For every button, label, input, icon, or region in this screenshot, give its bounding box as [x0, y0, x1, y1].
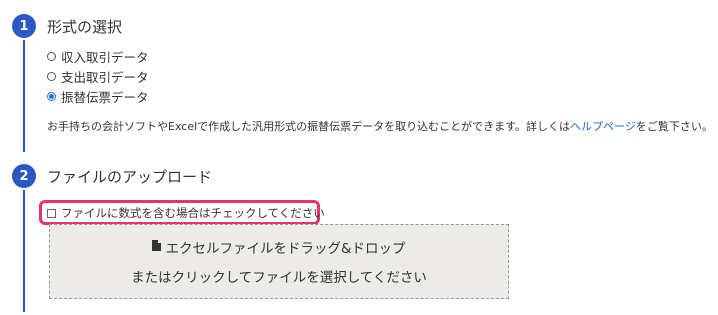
- step2-timeline-line: [23, 190, 25, 312]
- radio-transfer-slip-data[interactable]: 振替伝票データ: [47, 87, 149, 105]
- step1-description: お手持ちの会計ソフトやExcelで作成した汎用形式の振替伝票データを取り込むこと…: [47, 118, 713, 134]
- radio-label: 収入取引データ: [61, 49, 149, 65]
- step2-number-badge: 2: [12, 164, 36, 188]
- radio-expense-data[interactable]: 支出取引データ: [47, 67, 149, 85]
- formula-checkbox[interactable]: [47, 208, 56, 218]
- step1-number-badge: 1: [12, 14, 36, 38]
- radio-label: 支出取引データ: [61, 69, 149, 85]
- step1-timeline-line: [23, 40, 25, 152]
- description-text-before: お手持ちの会計ソフトやExcelで作成した汎用形式の振替伝票データを取り込むこと…: [47, 120, 571, 133]
- file-dropzone[interactable]: エクセルファイルをドラッグ&ドロップ またはクリックしてファイルを選択してくださ…: [49, 224, 509, 299]
- description-text-after: をご覧下さい。: [635, 120, 713, 133]
- formula-checkbox-label: ファイルに数式を含む場合はチェックしてください: [61, 206, 325, 220]
- step1-title: 形式の選択: [47, 18, 123, 36]
- dropzone-drag-text: エクセルファイルをドラッグ&ドロップ: [165, 241, 406, 257]
- help-page-link[interactable]: ヘルプページ: [570, 120, 636, 133]
- step2-title: ファイルのアップロード: [47, 168, 213, 186]
- dropzone-title: エクセルファイルをドラッグ&ドロップ: [50, 237, 508, 257]
- radio-button[interactable]: [47, 71, 56, 81]
- radio-button-selected[interactable]: [47, 91, 56, 101]
- file-icon: [152, 239, 162, 255]
- dropzone-click-text: またはクリックしてファイルを選択してください: [131, 270, 427, 286]
- radio-income-data[interactable]: 収入取引データ: [47, 47, 149, 65]
- formula-checkbox-row[interactable]: ファイルに数式を含む場合はチェックしてください: [47, 204, 325, 222]
- radio-label: 振替伝票データ: [61, 89, 149, 105]
- radio-button[interactable]: [47, 51, 56, 61]
